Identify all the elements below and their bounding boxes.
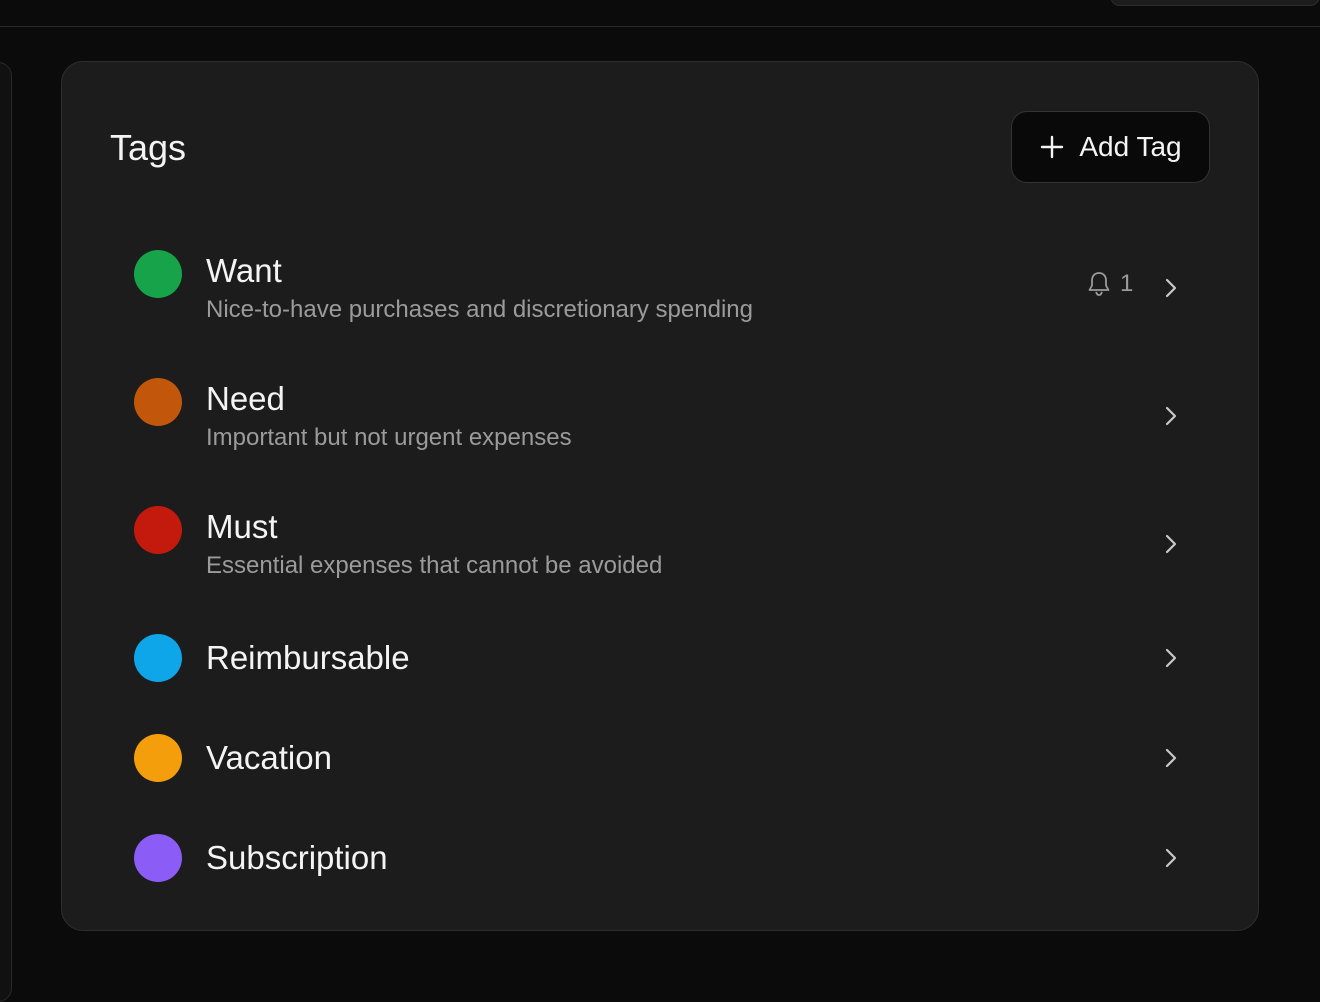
tag-name: Need — [206, 380, 285, 417]
tag-color-dot — [134, 734, 182, 782]
tag-row-want[interactable]: Want Nice-to-have purchases and discreti… — [134, 244, 1192, 332]
tags-card: Tags Add Tag Want Nice-to-have purchases… — [61, 61, 1259, 931]
tag-description: Essential expenses that cannot be avoide… — [206, 552, 663, 579]
chevron-right-icon[interactable] — [1160, 847, 1182, 869]
tag-alerts[interactable]: 1 — [1086, 270, 1133, 298]
tag-name: Vacation — [206, 739, 332, 776]
tag-name: Want — [206, 252, 282, 289]
tag-color-dot — [134, 506, 182, 554]
add-tag-button[interactable]: Add Tag — [1011, 111, 1210, 183]
side-panel-edge — [0, 62, 12, 1002]
add-tag-label: Add Tag — [1079, 131, 1182, 162]
chevron-right-icon[interactable] — [1160, 747, 1182, 769]
chevron-right-icon[interactable] — [1160, 533, 1182, 555]
bell-icon — [1088, 272, 1110, 296]
tag-description: Important but not urgent expenses — [206, 424, 572, 451]
chevron-right-icon[interactable] — [1160, 647, 1182, 669]
tag-row-vacation[interactable]: Vacation — [134, 732, 1192, 784]
plus-icon — [1041, 135, 1064, 159]
tag-row-subscription[interactable]: Subscription — [134, 832, 1192, 884]
tag-row-must[interactable]: Must Essential expenses that cannot be a… — [134, 500, 1192, 588]
chevron-right-icon[interactable] — [1160, 405, 1182, 427]
page-title: Tags — [110, 127, 187, 168]
tag-color-dot — [134, 250, 182, 298]
tag-name: Subscription — [206, 839, 388, 876]
tag-description: Nice-to-have purchases and discretionary… — [206, 296, 753, 323]
tag-color-dot — [134, 378, 182, 426]
tag-row-reimbursable[interactable]: Reimbursable — [134, 632, 1192, 684]
tag-name: Reimbursable — [206, 639, 410, 676]
tag-color-dot — [134, 634, 182, 682]
top-bar-control[interactable] — [1110, 0, 1320, 6]
tag-row-need[interactable]: Need Important but not urgent expenses — [134, 372, 1192, 460]
alert-count: 1 — [1120, 270, 1134, 297]
top-bar — [0, 0, 1320, 27]
chevron-right-icon[interactable] — [1160, 277, 1182, 299]
tag-name: Must — [206, 508, 278, 545]
tag-color-dot — [134, 834, 182, 882]
